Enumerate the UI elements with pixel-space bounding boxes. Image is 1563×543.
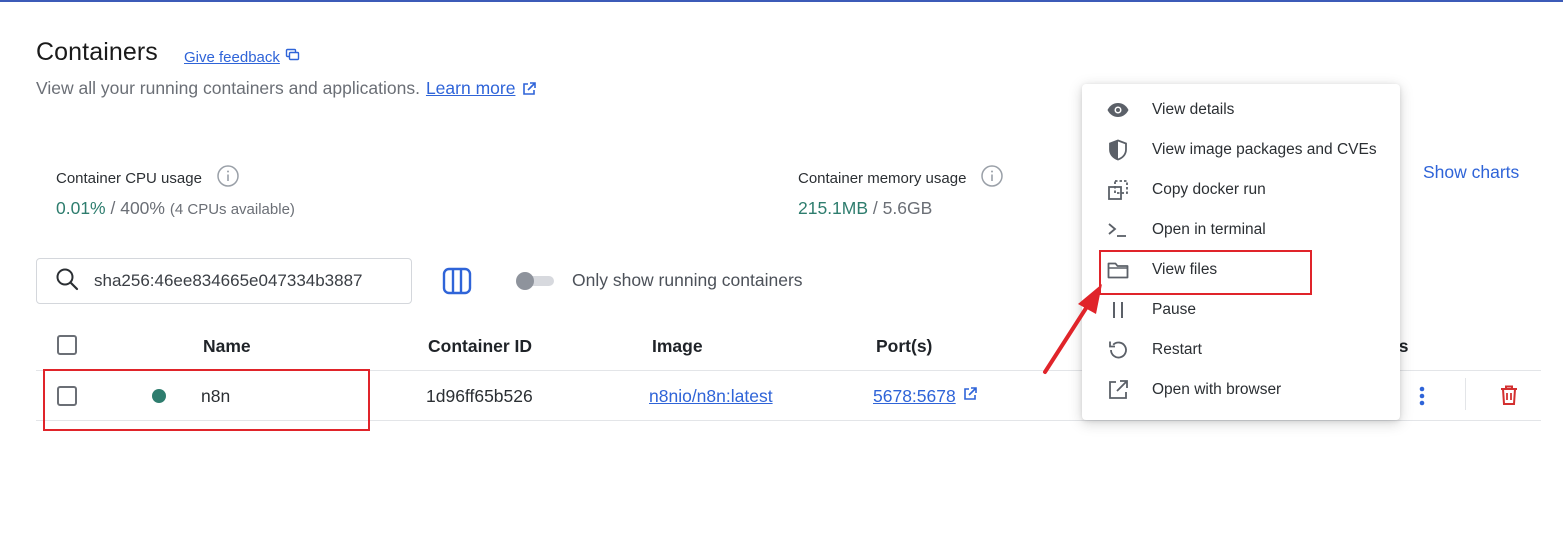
shield-icon (1106, 138, 1130, 162)
column-header-name[interactable]: Name (203, 336, 251, 357)
feedback-icon (285, 48, 300, 66)
search-icon (55, 267, 79, 296)
container-id: 1d96ff65b526 (426, 386, 533, 406)
running-only-toggle[interactable] (516, 272, 554, 290)
menu-item-pause[interactable]: Pause (1082, 290, 1400, 330)
column-header-container-id[interactable]: Container ID (428, 336, 532, 357)
menu-item-label: View image packages and CVEs (1152, 141, 1377, 158)
menu-item-open-with-browser[interactable]: Open with browser (1082, 370, 1400, 410)
row-highlight-box (43, 369, 370, 431)
cpu-separator: / (105, 198, 121, 218)
menu-item-open-in-terminal[interactable]: Open in terminal (1082, 210, 1400, 250)
cpu-used: 0.01% (56, 198, 106, 218)
cpu-usage-value: 0.01% / 400% (4 CPUs available) (56, 198, 295, 219)
menu-item-view-details[interactable]: View details (1082, 90, 1400, 130)
external-link-icon (521, 81, 537, 97)
page-title: Containers (36, 38, 158, 66)
info-icon[interactable] (216, 164, 240, 192)
info-icon[interactable] (980, 164, 1004, 192)
memory-used: 215.1MB (798, 198, 869, 218)
cpu-note: (4 CPUs available) (169, 201, 295, 218)
terminal-icon (1106, 218, 1130, 242)
copy-icon (1106, 178, 1130, 202)
memory-total: 5.6GB (882, 198, 933, 218)
eye-icon (1106, 98, 1130, 122)
toggle-knob (516, 272, 534, 290)
cpu-usage-label-text: Container CPU usage (56, 169, 202, 187)
cpu-usage-label: Container CPU usage (56, 164, 240, 192)
running-only-label: Only show running containers (572, 270, 803, 290)
memory-usage-label: Container memory usage (798, 164, 1004, 192)
menu-item-restart[interactable]: Restart (1082, 330, 1400, 370)
give-feedback-label: Give feedback (184, 48, 280, 66)
menu-item-label: Restart (1152, 341, 1202, 358)
page-subtitle: View all your running containers and app… (36, 78, 537, 99)
menu-item-label: View details (1152, 101, 1235, 118)
external-link-icon (962, 386, 978, 407)
search-input[interactable] (94, 271, 384, 291)
menu-item-view-image-packages[interactable]: View image packages and CVEs (1082, 130, 1400, 170)
more-actions-icon[interactable] (1412, 384, 1432, 408)
ports-cell: 5678:5678 (873, 386, 978, 407)
memory-usage-label-text: Container memory usage (798, 169, 967, 187)
delete-icon[interactable] (1497, 383, 1521, 407)
select-all-checkbox[interactable] (57, 335, 77, 355)
search-field[interactable] (36, 258, 412, 304)
show-charts-button[interactable]: Show charts (1423, 162, 1519, 183)
column-header-image[interactable]: Image (652, 336, 703, 357)
columns-icon[interactable] (442, 267, 472, 295)
column-header-ports[interactable]: Port(s) (876, 336, 932, 357)
learn-more-link[interactable]: Learn more (426, 78, 516, 99)
ports-link[interactable]: 5678:5678 (873, 386, 956, 407)
menu-item-copy-docker-run[interactable]: Copy docker run (1082, 170, 1400, 210)
annotation-arrow (1043, 284, 1102, 374)
view-files-highlight-box (1099, 250, 1312, 295)
menu-item-label: Copy docker run (1152, 181, 1266, 198)
give-feedback-link[interactable]: Give feedback (184, 48, 300, 66)
top-border (0, 0, 1563, 2)
actions-divider (1465, 378, 1466, 410)
menu-item-label: Open with browser (1152, 381, 1282, 398)
menu-item-label: Open in terminal (1152, 221, 1266, 238)
image-link[interactable]: n8nio/n8n:latest (649, 386, 773, 407)
memory-usage-value: 215.1MB / 5.6GB (798, 198, 932, 219)
menu-item-label: Pause (1152, 301, 1196, 318)
memory-separator: / (868, 198, 883, 218)
external-link-icon (1106, 378, 1130, 402)
cpu-total: 400% (120, 198, 165, 218)
subtitle-text: View all your running containers and app… (36, 78, 420, 98)
